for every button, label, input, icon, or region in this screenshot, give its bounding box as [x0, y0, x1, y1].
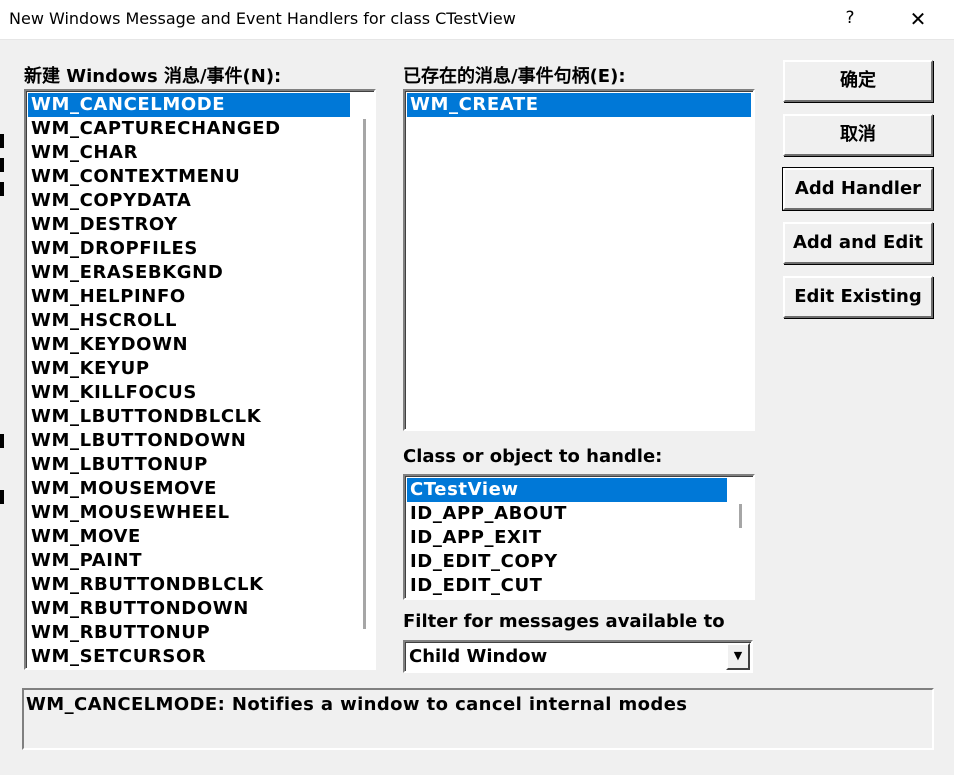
new-messages-label: 新建 Windows 消息/事件(N):	[24, 66, 282, 87]
list-item[interactable]: ID_EDIT_COPY	[407, 550, 727, 574]
close-icon[interactable]: ✕	[900, 4, 936, 34]
message-description-panel: WM_CANCELMODE: Notifies a window to canc…	[22, 688, 934, 750]
list-item[interactable]: WM_RBUTTONDOWN	[28, 597, 350, 621]
list-item[interactable]: WM_CANCELMODE	[28, 93, 350, 117]
list-item[interactable]: WM_COPYDATA	[28, 189, 350, 213]
background-edge-mark	[0, 134, 4, 148]
class-object-label: Class or object to handle:	[403, 446, 663, 467]
background-edge-mark	[0, 490, 4, 504]
list-item[interactable]: WM_KEYDOWN	[28, 333, 350, 357]
list-item[interactable]: WM_RBUTTONUP	[28, 621, 350, 645]
message-description: WM_CANCELMODE: Notifies a window to canc…	[26, 694, 688, 715]
class-object-scrollbar[interactable]	[739, 504, 742, 528]
list-item[interactable]: WM_CREATE	[407, 93, 751, 117]
class-object-list[interactable]: CTestView ID_APP_ABOUT ID_APP_EXIT ID_EDIT_…	[403, 474, 755, 600]
filter-dropdown[interactable]: Child Window ▼	[403, 640, 753, 673]
list-item[interactable]: WM_LBUTTONDOWN	[28, 429, 350, 453]
list-item[interactable]: WM_DESTROY	[28, 213, 350, 237]
list-item[interactable]: WM_CHAR	[28, 141, 350, 165]
chevron-down-icon[interactable]: ▼	[726, 643, 750, 670]
list-item[interactable]: WM_RBUTTONDBLCLK	[28, 573, 350, 597]
list-item[interactable]: WM_HSCROLL	[28, 309, 350, 333]
add-and-edit-button[interactable]: Add and Edit	[783, 222, 933, 264]
background-edge-mark	[0, 434, 4, 448]
filter-label: Filter for messages available to	[403, 611, 725, 632]
ok-button[interactable]: 确定	[783, 60, 933, 102]
new-messages-scrollbar[interactable]	[363, 119, 366, 629]
edit-existing-button[interactable]: Edit Existing	[783, 276, 933, 318]
add-handler-button[interactable]: Add Handler	[782, 167, 934, 211]
list-item[interactable]: WM_MOVE	[28, 525, 350, 549]
help-icon[interactable]: ?	[838, 8, 862, 32]
list-item[interactable]: WM_DROPFILES	[28, 237, 350, 261]
list-item[interactable]: WM_KILLFOCUS	[28, 381, 350, 405]
existing-handlers-label: 已存在的消息/事件句柄(E):	[403, 66, 626, 87]
list-item[interactable]: ID_APP_EXIT	[407, 526, 727, 550]
list-item[interactable]: WM_CONTEXTMENU	[28, 165, 350, 189]
background-edge-mark	[0, 158, 4, 172]
new-messages-list[interactable]: WM_CANCELMODE WM_CAPTURECHANGED WM_CHAR WM_…	[24, 89, 376, 670]
list-item[interactable]: WM_SETCURSOR	[28, 645, 350, 668]
list-item[interactable]: WM_LBUTTONDBLCLK	[28, 405, 350, 429]
filter-dropdown-value: Child Window	[409, 646, 548, 667]
list-item[interactable]: WM_LBUTTONUP	[28, 453, 350, 477]
list-item[interactable]: WM_KEYUP	[28, 357, 350, 381]
title-bar: New Windows Message and Event Handlers f…	[0, 0, 954, 40]
background-edge-mark	[0, 182, 4, 196]
list-item[interactable]: CTestView	[407, 478, 727, 502]
existing-handlers-list[interactable]: WM_CREATE	[403, 89, 755, 431]
list-item[interactable]: WM_PAINT	[28, 549, 350, 573]
window-title: New Windows Message and Event Handlers f…	[9, 9, 516, 28]
list-item[interactable]: ID_APP_ABOUT	[407, 502, 727, 526]
list-item[interactable]: WM_ERASEBKGND	[28, 261, 350, 285]
list-item[interactable]: WM_CAPTURECHANGED	[28, 117, 350, 141]
list-item[interactable]: WM_MOUSEWHEEL	[28, 501, 350, 525]
list-item[interactable]: WM_MOUSEMOVE	[28, 477, 350, 501]
list-item[interactable]: WM_HELPINFO	[28, 285, 350, 309]
cancel-button[interactable]: 取消	[783, 114, 933, 156]
list-item[interactable]: ID_EDIT_CUT	[407, 574, 727, 598]
